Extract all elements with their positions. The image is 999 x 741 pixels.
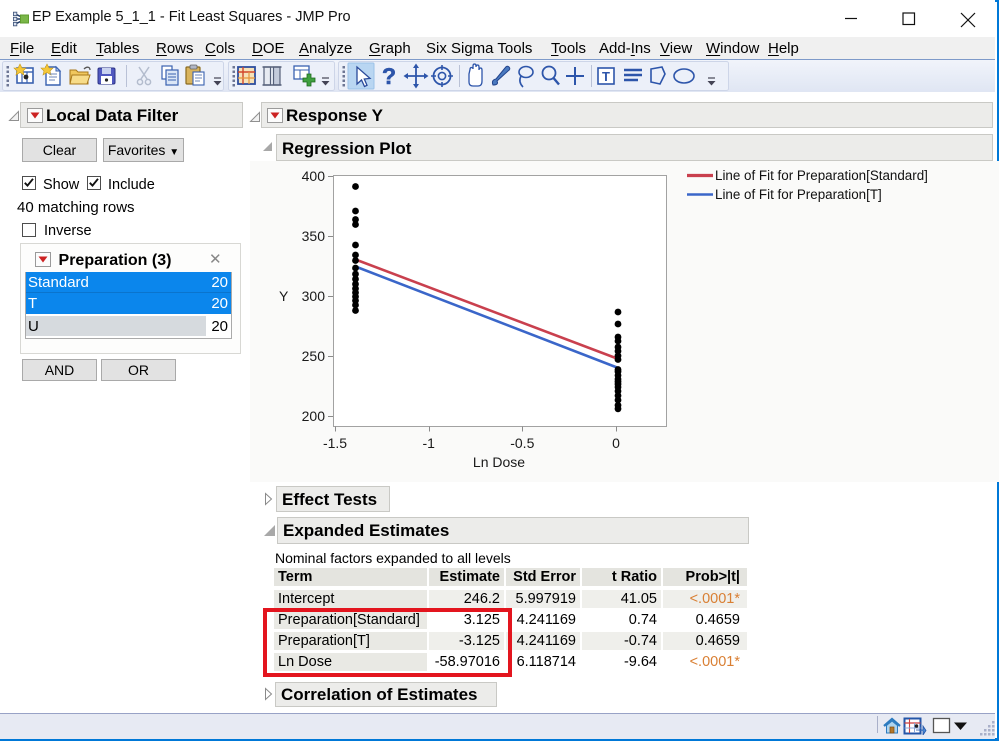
svg-text:Line of Fit for Preparation[T]: Line of Fit for Preparation[T] [715,187,882,202]
svg-text:Ln Dose: Ln Dose [473,454,525,470]
svg-text:400: 400 [302,168,326,184]
svg-text:?: ? [382,63,396,89]
svg-text:Line of Fit for Preparation[St: Line of Fit for Preparation[Standard] [715,168,928,183]
svg-text:300: 300 [302,288,326,304]
svg-text:200: 200 [302,408,326,424]
svg-text:-1.5: -1.5 [323,435,347,451]
svg-text:T: T [602,69,610,84]
svg-text:250: 250 [302,348,326,364]
svg-text:Y: Y [279,288,289,304]
svg-text:0: 0 [612,435,620,451]
svg-text:350: 350 [302,228,326,244]
svg-text:-0.5: -0.5 [510,435,534,451]
svg-text:-1: -1 [422,435,435,451]
